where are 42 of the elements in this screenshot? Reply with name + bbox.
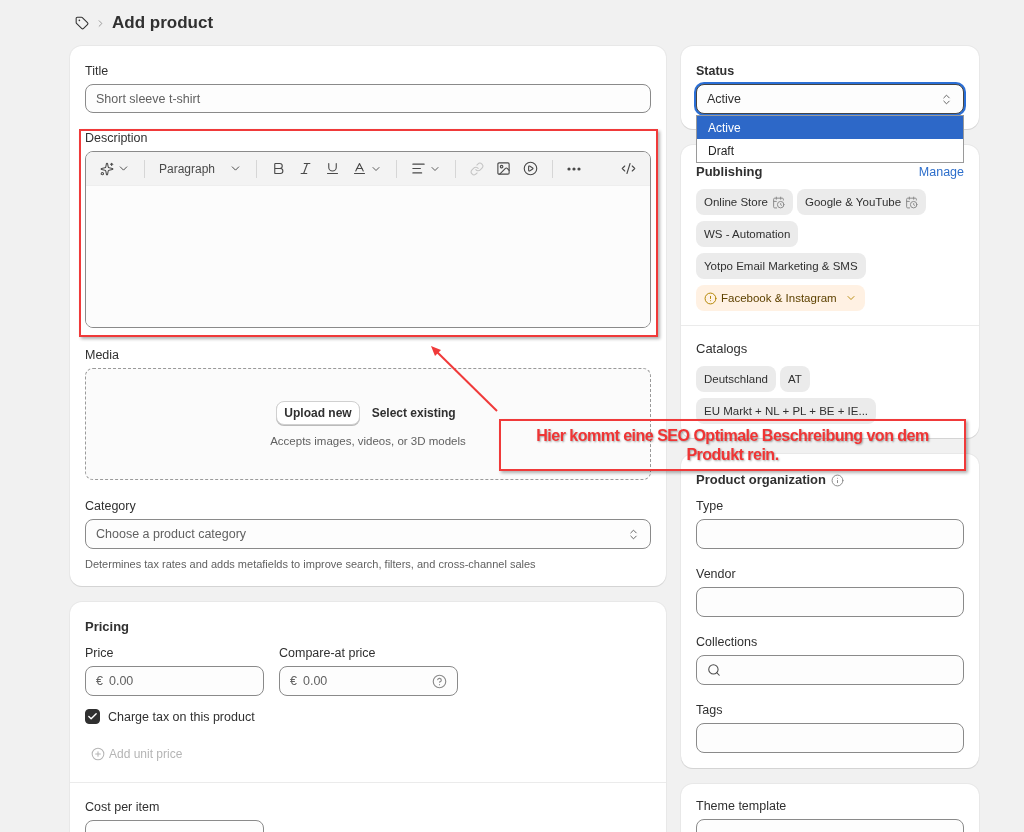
channel-chip[interactable]: WS - Automation: [696, 221, 799, 247]
price-field[interactable]: € 0.00: [279, 666, 458, 696]
field-label: Price: [85, 645, 115, 661]
field-label: Description: [85, 130, 149, 146]
catalog-chip[interactable]: Deutschland: [696, 366, 776, 392]
category-help: Determines tax rates and adds metafields to improve search, filters, and cross-channel sales: [85, 558, 537, 570]
upload-button[interactable]: Upload new: [276, 401, 360, 425]
media-hint: Accepts images, videos, or 3D models: [270, 435, 466, 447]
status-select[interactable]: Active: [696, 84, 964, 114]
card-title: Pricing: [85, 619, 131, 635]
field-label: Status: [696, 63, 736, 79]
title-field[interactable]: Short sleeve t-shirt: [85, 84, 651, 113]
paragraph-dropdown[interactable]: Paragraph: [155, 158, 247, 179]
catalog-chip[interactable]: EU Markt + NL + PL + BE + IE...: [696, 398, 877, 424]
field-label: Category: [85, 498, 137, 514]
field-label: Type: [696, 498, 725, 514]
field-label: Tags: [696, 702, 724, 718]
page-title: Add product: [112, 13, 214, 33]
card-title: Product organization: [696, 472, 826, 488]
field-label: Media: [85, 347, 121, 363]
catalog-chip[interactable]: AT: [779, 366, 810, 392]
price-field[interactable]: € 0.00: [85, 666, 264, 696]
card-title: Publishing: [696, 164, 763, 180]
field-label: Compare-at price: [279, 645, 377, 661]
manage-link[interactable]: Manage: [918, 165, 964, 179]
select-existing-link[interactable]: Select existing: [367, 402, 460, 424]
channel-chip[interactable]: Online Store: [696, 189, 793, 215]
channel-chip[interactable]: Google & YouTube: [796, 189, 927, 215]
field-label: Cost per item: [85, 799, 161, 815]
section-title: Catalogs: [696, 341, 749, 357]
category-select[interactable]: Choose a product category: [85, 519, 651, 549]
channel-chip[interactable]: Facebook & Instagram: [696, 285, 865, 311]
checkbox-label: Charge tax on this product: [108, 709, 255, 724]
menu-option[interactable]: Active: [697, 116, 963, 139]
currency-symbol: €: [290, 674, 297, 688]
field-label: Vendor: [696, 566, 737, 582]
field-label: Collections: [696, 634, 759, 650]
description-editor[interactable]: Paragraph: [85, 151, 651, 328]
field-label: Title: [85, 63, 110, 79]
field-label: Theme template: [696, 798, 788, 814]
channel-chip[interactable]: Yotpo Email Marketing & SMS: [696, 253, 866, 279]
currency-symbol: €: [96, 674, 103, 688]
